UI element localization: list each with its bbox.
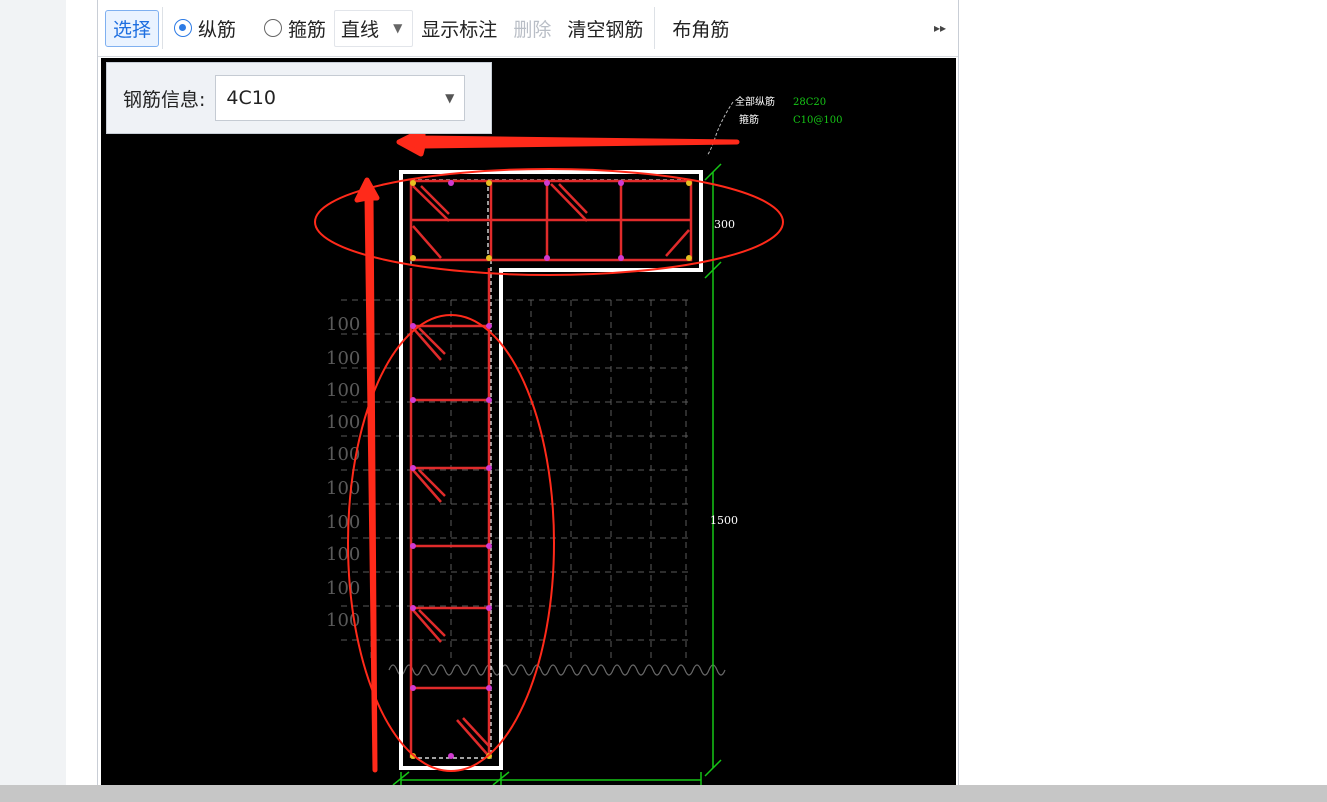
clear-rebar-button[interactable]: 清空钢筋 — [559, 11, 651, 46]
chevron-down-icon: ▼ — [393, 21, 403, 35]
legend-all-longitudinal-value: 28C20 — [793, 97, 826, 108]
bottom-scroll-bar — [0, 785, 1327, 802]
grid-label: 100 — [326, 314, 360, 335]
annotation-arrow-up — [354, 177, 380, 773]
rebar-info-label: 钢筋信息: — [123, 88, 206, 111]
dim-flange-height: 300 — [714, 218, 735, 231]
legend-stirrup-label: 箍筋 — [739, 113, 759, 126]
select-button[interactable]: 选择 — [105, 9, 160, 47]
drawing-canvas[interactable]: 100 100 100 100 100 100 100 100 100 100 — [101, 58, 956, 785]
more-tools-icon[interactable]: ▸▸ — [934, 21, 946, 35]
grid-labels: 100 100 100 100 100 100 100 100 100 100 — [326, 314, 360, 631]
rebar-info-select[interactable]: 4C10 ▼ — [215, 75, 466, 121]
toolbar-separator — [162, 7, 164, 49]
legend-all-longitudinal-label: 全部纵筋 — [735, 95, 775, 108]
chevron-down-icon: ▼ — [445, 91, 455, 105]
grid-label: 100 — [326, 478, 360, 499]
left-margin — [0, 0, 66, 785]
toolbar: 选择 纵筋 箍筋 直线 ▼ 显示标注 删除 清空钢筋 布角筋 ▸▸ — [98, 0, 958, 57]
toolbar-separator — [654, 7, 656, 49]
grid-label: 100 — [326, 578, 360, 599]
rebar-info-value: 4C10 — [226, 87, 276, 109]
dim-web-height: 1500 — [710, 514, 738, 527]
dimension-lines — [392, 163, 722, 785]
radio-checked-icon — [174, 19, 193, 37]
show-annotation-button[interactable]: 显示标注 — [413, 11, 505, 46]
section-drawing[interactable]: 100 100 100 100 100 100 100 100 100 100 — [101, 58, 956, 785]
leader-line — [706, 101, 734, 157]
radio-stirrup[interactable]: 箍筋 — [256, 15, 334, 42]
legend-stirrup-value: C10@100 — [793, 115, 842, 126]
corner-rebar-button[interactable]: 布角筋 — [664, 11, 737, 46]
line-mode-value: 直线 — [341, 18, 380, 41]
grid-label: 100 — [326, 544, 360, 565]
rebar-info-panel: 钢筋信息: 4C10 ▼ — [106, 62, 492, 134]
break-line — [388, 664, 726, 676]
radio-stirrup-label: 箍筋 — [288, 18, 327, 41]
line-mode-select[interactable]: 直线 ▼ — [334, 9, 414, 47]
grid-label: 100 — [326, 380, 360, 401]
radio-unchecked-icon — [264, 19, 283, 37]
grid-label: 100 — [326, 348, 360, 369]
grid-label: 100 — [326, 512, 360, 533]
web-rebar — [409, 268, 491, 758]
delete-button[interactable]: 删除 — [505, 11, 559, 46]
grid-label: 100 — [326, 412, 360, 433]
rebar-editor-window: 选择 纵筋 箍筋 直线 ▼ 显示标注 删除 清空钢筋 布角筋 ▸▸ 100 10… — [97, 0, 959, 785]
flange-rebar — [409, 179, 693, 262]
radio-longitudinal-label: 纵筋 — [198, 18, 237, 41]
radio-longitudinal[interactable]: 纵筋 — [166, 15, 244, 42]
